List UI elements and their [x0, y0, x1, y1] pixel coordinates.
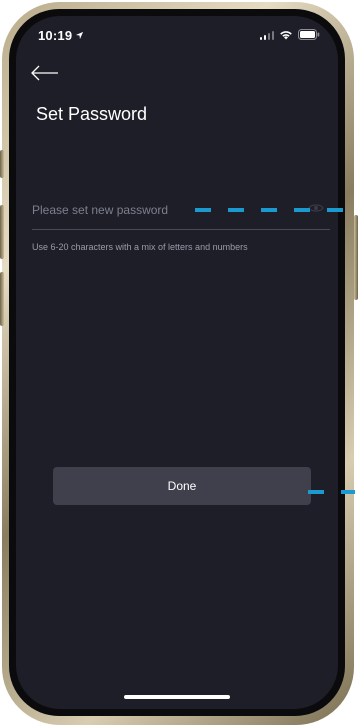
home-indicator: [124, 695, 230, 699]
volume-up-button: [0, 205, 4, 259]
annotation-dash: [294, 208, 310, 212]
annotation-dash: [327, 208, 343, 212]
battery-icon: [298, 29, 320, 40]
password-field: [32, 197, 330, 230]
app-screen: 10:19 Set Password Use 6-20 characters w…: [16, 16, 338, 709]
mute-switch: [0, 150, 4, 178]
volume-down-button: [0, 272, 4, 326]
status-time: 10:19: [38, 28, 84, 43]
cellular-signal-icon: [259, 30, 274, 40]
annotation-dash: [261, 208, 277, 212]
navigation-arrow-icon: [75, 31, 84, 43]
password-hint: Use 6-20 characters with a mix of letter…: [32, 242, 248, 252]
eye-icon[interactable]: [308, 201, 324, 215]
clock-text: 10:19: [38, 28, 73, 43]
annotation-dash: [195, 208, 211, 212]
device-mockup: 10:19 Set Password Use 6-20 characters w…: [0, 0, 359, 727]
back-arrow-icon[interactable]: [30, 62, 60, 84]
page-title: Set Password: [36, 104, 148, 124]
annotation-dash: [228, 208, 244, 212]
password-input[interactable]: [32, 200, 282, 220]
status-icons: [259, 29, 321, 40]
done-button[interactable]: Done: [53, 467, 311, 505]
wifi-icon: [279, 30, 293, 40]
power-button: [354, 215, 358, 300]
annotation-dash: [308, 490, 324, 494]
annotation-dash: [341, 490, 355, 494]
